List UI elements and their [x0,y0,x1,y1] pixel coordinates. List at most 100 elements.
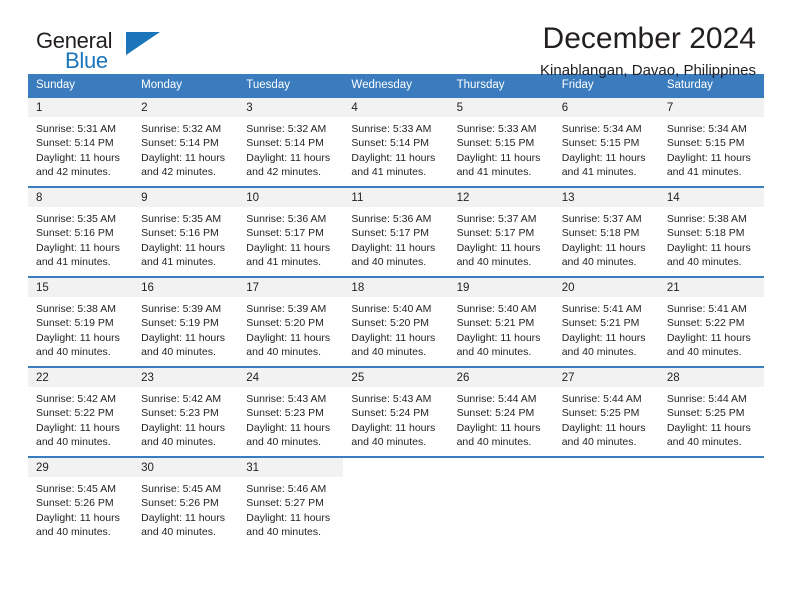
info-line-daylight2: and 41 minutes. [246,256,321,269]
weekday-header-thursday: Thursday [448,74,554,97]
calendar-day-cell[interactable]: 22 Sunrise: 5:42 AM Sunset: 5:22 PM Dayligh… [28,366,134,457]
info-line-sunset: Sunset: 5:17 PM [246,227,324,240]
calendar-day-cell[interactable]: 27 Sunrise: 5:44 AM Sunset: 5:25 PM Dayligh… [553,366,659,457]
info-line-sunrise: Sunrise: 5:39 AM [141,303,222,315]
day-number: 14 [658,188,764,207]
logo-text-blue: Blue [65,48,108,73]
day-number: 7 [658,98,764,117]
info-line-daylight1: Daylight: 11 hours [666,151,751,164]
calendar-day-cell[interactable]: 23 Sunrise: 5:42 AM Sunset: 5:23 PM Dayligh… [133,366,239,457]
day-sun-info: Sunrise: 5:42 AM Sunset: 5:22 PM Daylight:… [28,387,133,450]
info-line-sunrise: Sunrise: 5:43 AM [246,393,327,405]
calendar-day-cell[interactable]: 15 Sunrise: 5:38 AM Sunset: 5:19 PM Dayligh… [28,276,134,367]
calendar-day-cell[interactable]: 9 Sunrise: 5:35 AM Sunset: 5:16 PM Daylight… [133,186,239,277]
calendar-week-row: 1 Sunrise: 5:31 AM Sunset: 5:14 PM Daylight… [28,96,764,187]
info-line-daylight1: Daylight: 11 hours [36,331,120,344]
info-line-sunset: Sunset: 5:15 PM [666,137,745,150]
info-line-daylight2: and 40 minutes. [36,346,111,359]
info-line-daylight1: Daylight: 11 hours [561,331,646,344]
calendar-day-cell[interactable]: 13 Sunrise: 5:37 AM Sunset: 5:18 PM Dayligh… [553,186,659,277]
day-number: 15 [28,278,134,297]
info-line-daylight1: Daylight: 11 hours [36,241,120,254]
calendar-day-cell[interactable]: 2 Sunrise: 5:32 AM Sunset: 5:14 PM Daylight… [133,96,239,187]
info-line-sunrise: Sunrise: 5:38 AM [36,303,116,315]
info-line-sunset: Sunset: 5:26 PM [141,497,219,510]
info-line-sunrise: Sunrise: 5:38 AM [666,213,747,225]
calendar-day-cell[interactable]: 31 Sunrise: 5:46 AM Sunset: 5:27 PM Dayligh… [238,456,344,547]
weekday-header-tuesday: Tuesday [238,74,344,97]
day-sun-info: Sunrise: 5:33 AM Sunset: 5:14 PM Daylight:… [343,117,448,180]
info-line-sunset: Sunset: 5:18 PM [561,227,640,240]
calendar-day-cell[interactable]: 30 Sunrise: 5:45 AM Sunset: 5:26 PM Dayligh… [133,456,239,547]
calendar-day-cell[interactable]: 3 Sunrise: 5:32 AM Sunset: 5:14 PM Daylight… [238,96,344,187]
info-line-daylight2: and 41 minutes. [141,256,216,269]
info-line-daylight2: and 41 minutes. [561,166,637,179]
day-sun-info: Sunrise: 5:34 AM Sunset: 5:15 PM Daylight:… [659,117,764,180]
info-line-daylight1: Daylight: 11 hours [456,331,541,344]
calendar-day-cell[interactable]: 14 Sunrise: 5:38 AM Sunset: 5:18 PM Dayligh… [658,186,764,277]
calendar-day-cell[interactable]: 7 Sunrise: 5:34 AM Sunset: 5:15 PM Daylight… [658,96,764,187]
calendar-day-cell[interactable]: 4 Sunrise: 5:33 AM Sunset: 5:14 PM Daylight… [343,96,449,187]
info-line-daylight1: Daylight: 11 hours [246,421,331,434]
calendar-week-row: 29 Sunrise: 5:45 AM Sunset: 5:26 PM Dayligh… [28,456,764,547]
day-number [554,458,659,477]
calendar-week-row: 8 Sunrise: 5:35 AM Sunset: 5:16 PM Daylight… [28,186,764,277]
day-number: 11 [343,188,449,207]
calendar-day-cell[interactable]: 28 Sunrise: 5:44 AM Sunset: 5:25 PM Dayligh… [658,366,764,457]
info-line-sunrise: Sunrise: 5:40 AM [351,303,432,315]
calendar-day-cell[interactable]: 18 Sunrise: 5:40 AM Sunset: 5:20 PM Dayligh… [343,276,449,367]
day-number: 13 [553,188,659,207]
info-line-daylight1: Daylight: 11 hours [141,421,225,434]
calendar-day-cell[interactable]: 11 Sunrise: 5:36 AM Sunset: 5:17 PM Dayligh… [343,186,449,277]
day-number: 29 [28,458,134,477]
info-line-daylight2: and 40 minutes. [561,436,637,449]
calendar-day-cell[interactable]: 21 Sunrise: 5:41 AM Sunset: 5:22 PM Dayligh… [658,276,764,367]
day-sun-info: Sunrise: 5:35 AM Sunset: 5:16 PM Daylight:… [133,207,238,270]
day-sun-info: Sunrise: 5:43 AM Sunset: 5:24 PM Daylight:… [343,387,448,450]
general-blue-logo[interactable]: General Blue [36,28,176,76]
info-line-sunset: Sunset: 5:15 PM [561,137,640,150]
info-line-sunset: Sunset: 5:23 PM [246,407,324,420]
calendar-day-cell[interactable]: 5 Sunrise: 5:33 AM Sunset: 5:15 PM Daylight… [448,96,554,187]
info-line-sunset: Sunset: 5:17 PM [456,227,535,240]
day-number [343,458,448,477]
info-line-daylight1: Daylight: 11 hours [561,241,646,254]
info-line-sunset: Sunset: 5:16 PM [36,227,114,240]
info-line-sunrise: Sunrise: 5:34 AM [561,123,642,135]
day-number: 1 [28,98,134,117]
info-line-sunrise: Sunrise: 5:35 AM [36,213,116,225]
calendar-day-cell[interactable]: 20 Sunrise: 5:41 AM Sunset: 5:21 PM Dayligh… [553,276,659,367]
calendar-day-cell[interactable]: 17 Sunrise: 5:39 AM Sunset: 5:20 PM Dayligh… [238,276,344,367]
calendar-day-cell[interactable]: 6 Sunrise: 5:34 AM Sunset: 5:15 PM Daylight… [553,96,659,187]
info-line-sunrise: Sunrise: 5:37 AM [456,213,537,225]
info-line-daylight1: Daylight: 11 hours [351,241,436,254]
day-sun-info: Sunrise: 5:43 AM Sunset: 5:23 PM Daylight:… [238,387,343,450]
info-line-sunset: Sunset: 5:27 PM [246,497,324,510]
day-number: 27 [553,368,659,387]
info-line-sunrise: Sunrise: 5:41 AM [666,303,747,315]
day-sun-info: Sunrise: 5:35 AM Sunset: 5:16 PM Daylight:… [28,207,133,270]
calendar-day-cell[interactable]: 19 Sunrise: 5:40 AM Sunset: 5:21 PM Dayligh… [448,276,554,367]
info-line-sunset: Sunset: 5:17 PM [351,227,430,240]
calendar-day-cell[interactable]: 25 Sunrise: 5:43 AM Sunset: 5:24 PM Dayligh… [343,366,449,457]
day-sun-info: Sunrise: 5:46 AM Sunset: 5:27 PM Daylight:… [238,477,343,540]
info-line-daylight2: and 40 minutes. [141,526,216,539]
calendar-day-cell[interactable]: 29 Sunrise: 5:45 AM Sunset: 5:26 PM Dayligh… [28,456,134,547]
day-sun-info: Sunrise: 5:31 AM Sunset: 5:14 PM Daylight:… [28,117,133,180]
day-number: 17 [238,278,344,297]
calendar-day-cell[interactable]: 12 Sunrise: 5:37 AM Sunset: 5:17 PM Dayligh… [448,186,554,277]
info-line-sunrise: Sunrise: 5:40 AM [456,303,537,315]
info-line-sunrise: Sunrise: 5:44 AM [456,393,537,405]
day-number: 10 [238,188,344,207]
calendar-day-cell[interactable]: 10 Sunrise: 5:36 AM Sunset: 5:17 PM Dayligh… [238,186,344,277]
info-line-daylight2: and 40 minutes. [666,256,742,269]
calendar-day-cell[interactable]: 24 Sunrise: 5:43 AM Sunset: 5:23 PM Dayligh… [238,366,344,457]
day-sun-info: Sunrise: 5:37 AM Sunset: 5:18 PM Daylight:… [554,207,659,270]
info-line-sunrise: Sunrise: 5:32 AM [141,123,222,135]
calendar-day-cell[interactable]: 16 Sunrise: 5:39 AM Sunset: 5:19 PM Dayligh… [133,276,239,367]
calendar-day-cell[interactable]: 1 Sunrise: 5:31 AM Sunset: 5:14 PM Daylight… [28,96,134,187]
calendar-day-cell[interactable]: 26 Sunrise: 5:44 AM Sunset: 5:24 PM Dayligh… [448,366,554,457]
info-line-daylight1: Daylight: 11 hours [351,151,436,164]
calendar-day-cell[interactable]: 8 Sunrise: 5:35 AM Sunset: 5:16 PM Daylight… [28,186,134,277]
calendar-empty-cell [658,456,764,547]
